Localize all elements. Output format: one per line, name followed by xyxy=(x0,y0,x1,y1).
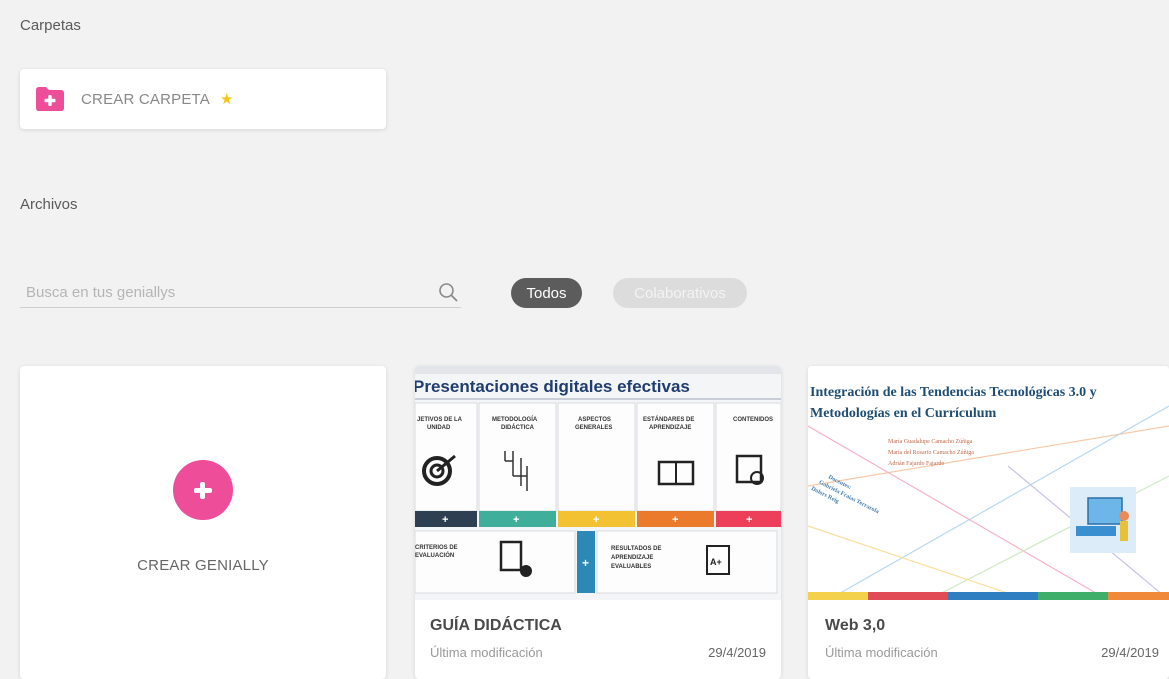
svg-text:+: + xyxy=(746,514,752,526)
card-modified-date: 29/4/2019 xyxy=(708,645,766,660)
search-bar xyxy=(20,278,461,308)
thumb-heading: Presentaciones digitales efectivas xyxy=(415,377,690,396)
svg-text:+: + xyxy=(593,514,599,526)
svg-text:CONTENIDOS: CONTENIDOS xyxy=(733,417,773,423)
card-title: GUÍA DIDÁCTICA xyxy=(430,617,562,634)
card-thumbnail: Integración de las Tendencias Tecnológic… xyxy=(808,366,1169,600)
svg-text:ASPECTOS: ASPECTOS xyxy=(578,417,611,423)
svg-text:APRENDIZAJE: APRENDIZAJE xyxy=(611,555,653,561)
star-icon: ★ xyxy=(220,90,234,108)
search-input[interactable] xyxy=(26,280,426,304)
card-modified-date: 29/4/2019 xyxy=(1101,645,1159,660)
card-modified-label: Última modificación xyxy=(430,645,543,660)
thumb-author: María Guadalupe Camacho Zúñiga xyxy=(888,439,973,445)
svg-text:Integración de las Tendencias: Integración de las Tendencias Tecnológic… xyxy=(810,385,1097,400)
create-genially-card[interactable]: CREAR GENIALLY xyxy=(20,366,386,679)
search-icon[interactable] xyxy=(438,282,458,302)
svg-text:RESULTADOS DE: RESULTADOS DE xyxy=(611,546,661,552)
svg-text:JETIVOS DE LA: JETIVOS DE LA xyxy=(417,417,463,423)
svg-text:+: + xyxy=(442,514,448,526)
folder-plus-icon xyxy=(35,86,65,112)
card-modified-label: Última modificación xyxy=(825,645,938,660)
card-title: Web 3,0 xyxy=(825,617,886,634)
svg-text:EVALUABLES: EVALUABLES xyxy=(611,564,651,570)
files-section-title: Archivos xyxy=(20,196,78,213)
filter-all-chip[interactable]: Todos xyxy=(511,278,582,308)
svg-text:+: + xyxy=(582,556,589,570)
svg-text:GENERALES: GENERALES xyxy=(575,425,612,431)
thumb-author: Adrián Fajardo Fajardo xyxy=(888,461,944,467)
folders-section-title: Carpetas xyxy=(20,17,81,34)
svg-text:EVALUACIÓN: EVALUACIÓN xyxy=(415,551,454,559)
add-circle-icon xyxy=(173,460,233,520)
svg-text:Metodologías en el Currículum: Metodologías en el Currículum xyxy=(810,406,997,421)
create-folder-button[interactable]: CREAR CARPETA ★ xyxy=(20,69,386,129)
svg-text:APRENDIZAJE: APRENDIZAJE xyxy=(649,425,691,431)
svg-text:ESTÁNDARES DE: ESTÁNDARES DE xyxy=(643,416,694,423)
create-genially-label: CREAR GENIALLY xyxy=(137,557,269,574)
card-thumbnail: Presentaciones digitales efectivas JETIV… xyxy=(415,366,781,600)
svg-text:UNIDAD: UNIDAD xyxy=(427,425,451,431)
svg-text:+: + xyxy=(513,514,519,526)
filter-collaborative-chip[interactable]: Colaborativos xyxy=(613,278,747,308)
svg-text:DIDÁCTICA: DIDÁCTICA xyxy=(501,424,535,431)
svg-text:METODOLOGÍA: METODOLOGÍA xyxy=(492,415,538,423)
genially-card[interactable]: Integración de las Tendencias Tecnológic… xyxy=(808,366,1169,679)
thumb-author: María del Rosario Camacho Zúñiga xyxy=(888,450,974,456)
genially-card[interactable]: Presentaciones digitales efectivas JETIV… xyxy=(415,366,781,679)
thumb-grade: A+ xyxy=(710,557,722,567)
svg-text:CRITERIOS DE: CRITERIOS DE xyxy=(415,545,458,551)
create-folder-label: CREAR CARPETA xyxy=(81,90,211,108)
svg-text:+: + xyxy=(672,514,678,526)
